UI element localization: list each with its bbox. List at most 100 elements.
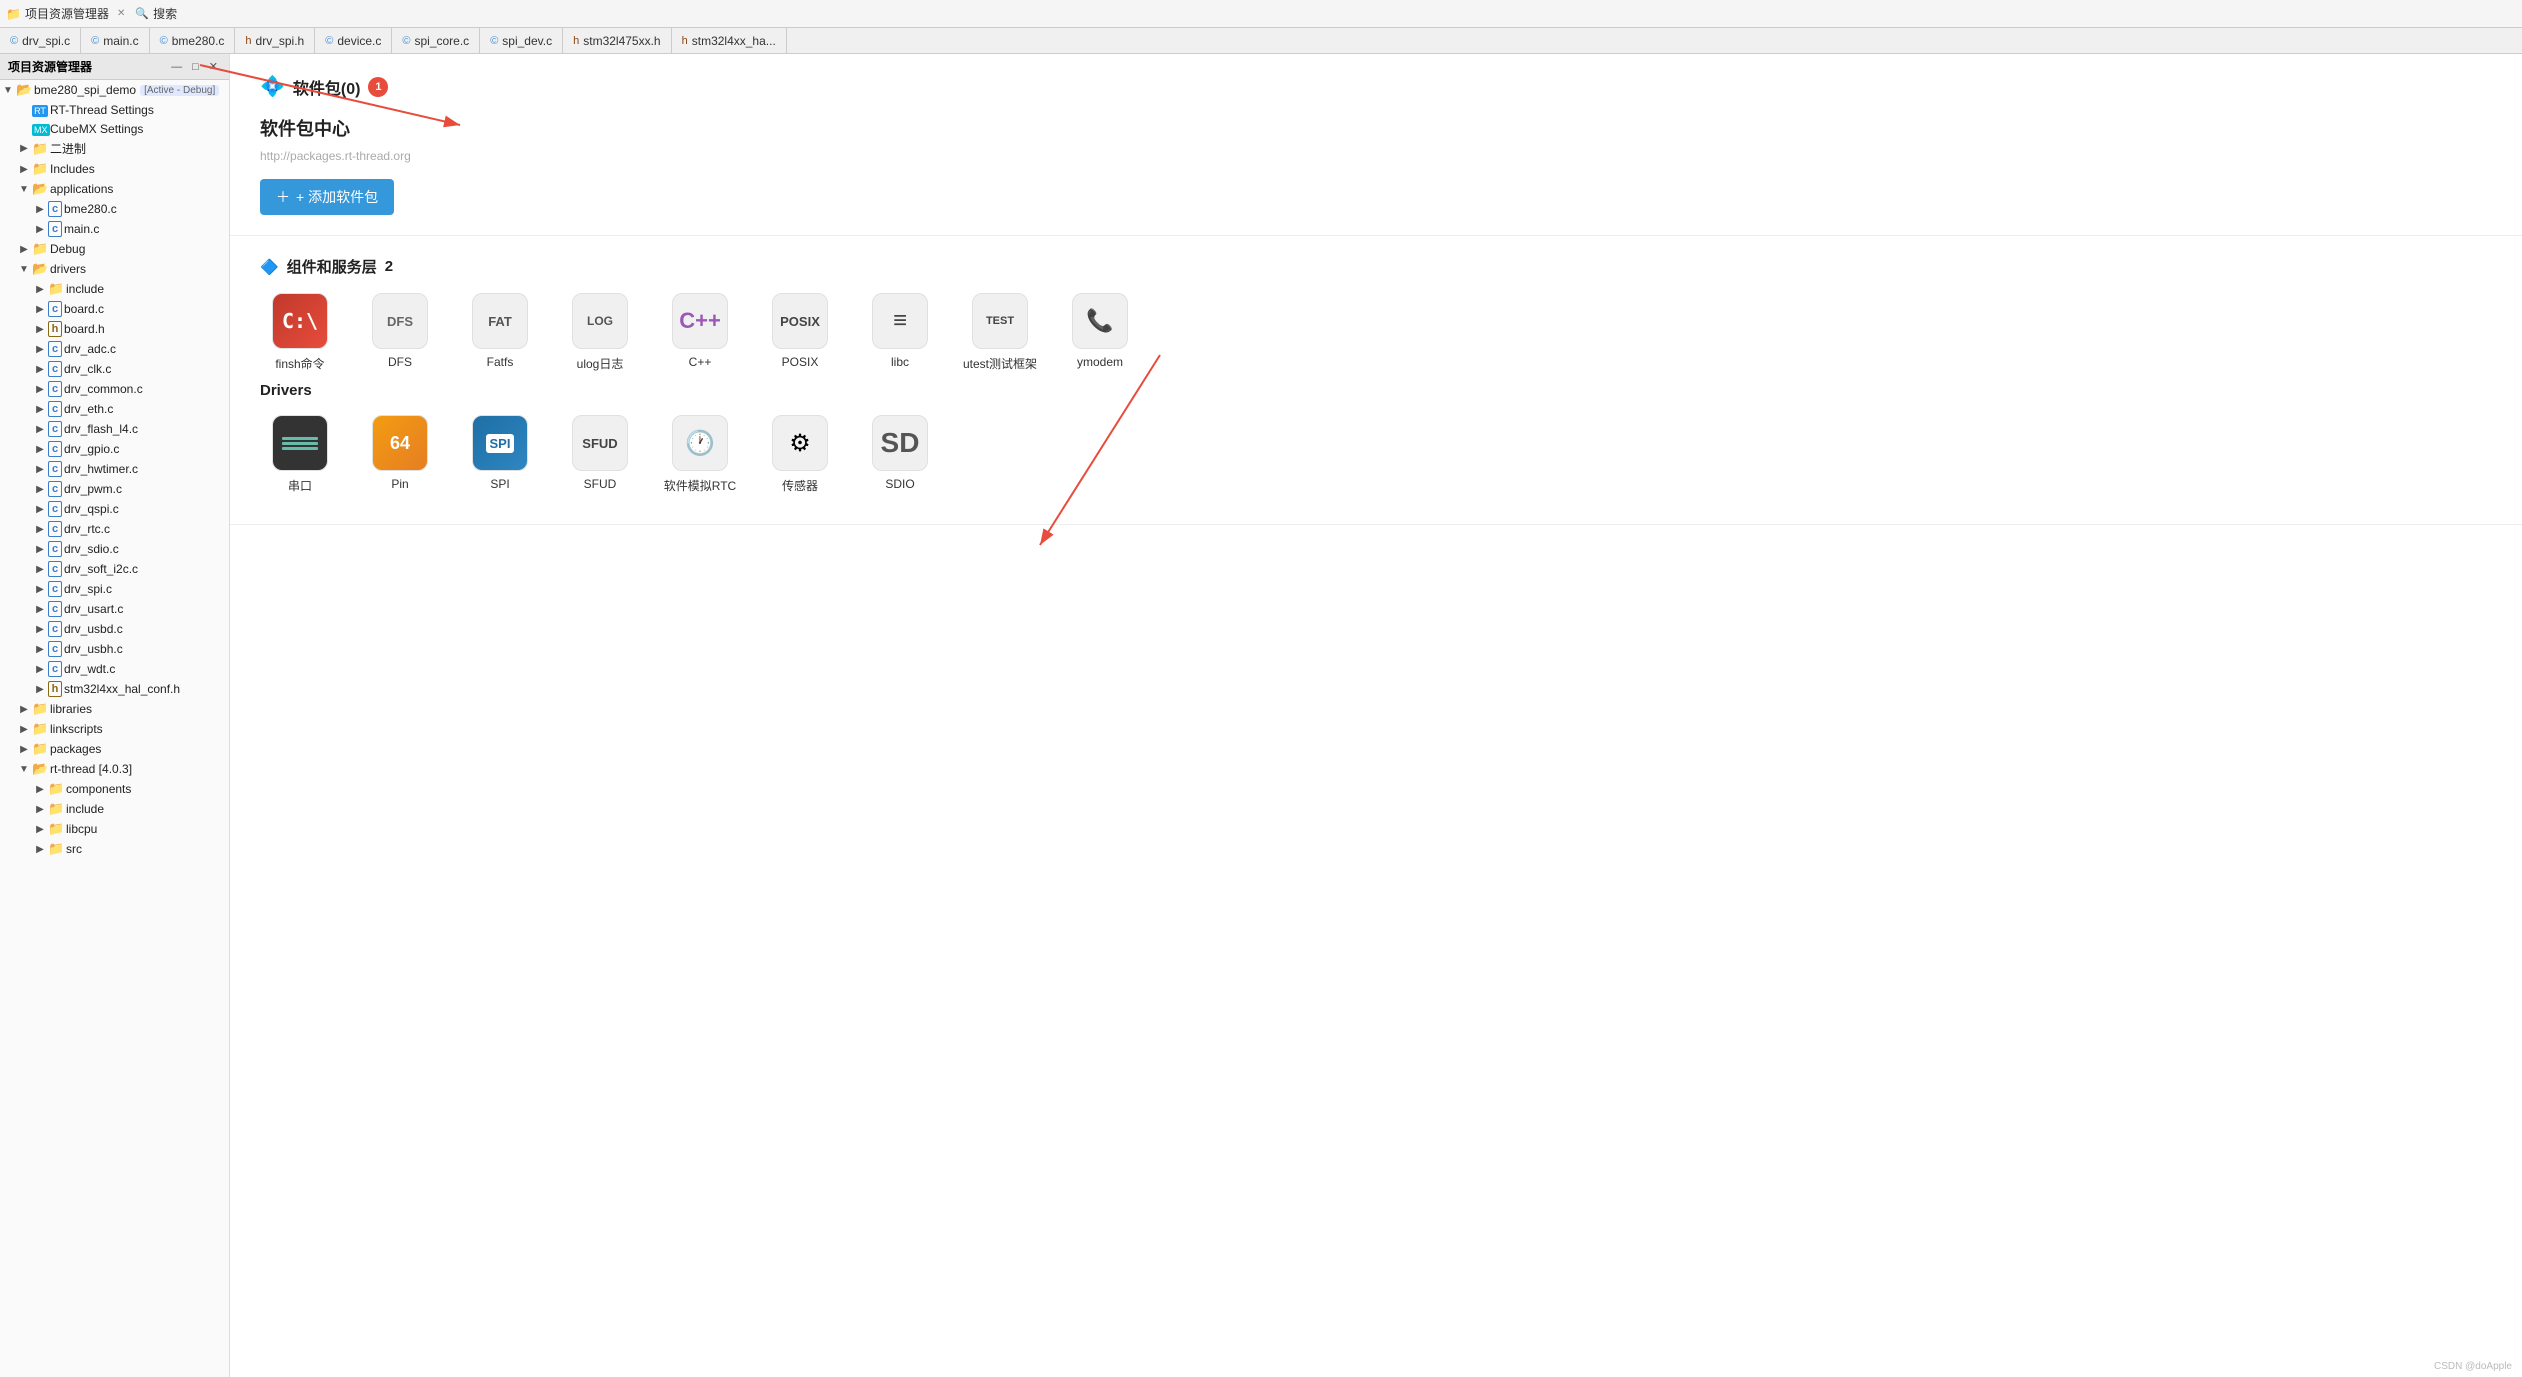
tree-label-31: libraries [50, 702, 92, 716]
grid-item-Fatfs[interactable]: FATFatfs [460, 293, 540, 372]
tab-stm32l475xx-h[interactable]: hstm32l475xx.h [563, 28, 672, 53]
tree-item-drv-wdt-c[interactable]: ▶cdrv_wdt.c [0, 659, 229, 679]
tree-item-drv-soft-i2c-c[interactable]: ▶cdrv_soft_i2c.c [0, 559, 229, 579]
tab-drv-spi-h[interactable]: hdrv_spi.h [235, 28, 315, 53]
tree-item-drv-adc-c[interactable]: ▶cdrv_adc.c [0, 339, 229, 359]
tree-item-drv-hwtimer-c[interactable]: ▶cdrv_hwtimer.c [0, 459, 229, 479]
tree-item-applications[interactable]: ▼📂applications [0, 179, 229, 199]
tree-item-drivers[interactable]: ▼📂drivers [0, 259, 229, 279]
tree-item-board-h[interactable]: ▶hboard.h [0, 319, 229, 339]
tree-item-drv-eth-c[interactable]: ▶cdrv_eth.c [0, 399, 229, 419]
search-label: 搜索 [153, 5, 177, 22]
tree-item-drv-pwm-c[interactable]: ▶cdrv_pwm.c [0, 479, 229, 499]
tree-icon-28: c [48, 641, 62, 657]
grid-item-Pin[interactable]: 64Pin [360, 415, 440, 494]
tree-item-components[interactable]: ▶📁components [0, 779, 229, 799]
components-icon: 🔷 [260, 258, 279, 276]
grid-item---[interactable]: 串口 [260, 415, 340, 494]
tree-icon-32: 📁 [32, 721, 48, 737]
grid-item-finsh--[interactable]: C:\finsh命令 [260, 293, 340, 372]
tree-icon-23: c [48, 541, 62, 557]
grid-item-utest----[interactable]: TESTutest测试框架 [960, 293, 1040, 372]
tree-icon-29: c [48, 661, 62, 677]
tab-drv-spi-c[interactable]: ©drv_spi.c [0, 28, 81, 53]
tab-icon-3: h [245, 35, 251, 47]
grid-item-POSIX[interactable]: POSIXPOSIX [760, 293, 840, 372]
close-icon[interactable]: ✕ [117, 8, 125, 19]
tree-icon-6: c [48, 201, 62, 217]
tree-arrow-12: ▶ [32, 324, 48, 335]
grid-item-label-6: libc [891, 355, 909, 369]
tree-item-include[interactable]: ▶📁include [0, 799, 229, 819]
tree-item-bme280-spi-demo[interactable]: ▼📂bme280_spi_demo[Active - Debug] [0, 80, 229, 100]
grid-item-label-3: ulog日志 [577, 355, 624, 372]
tree-arrow-23: ▶ [32, 544, 48, 555]
tree-label-11: board.c [64, 302, 104, 316]
tab-spi-dev-c[interactable]: ©spi_dev.c [480, 28, 563, 53]
tree-item-rt-thread--4-0-3-[interactable]: ▼📂rt-thread [4.0.3] [0, 759, 229, 779]
tree-arrow-35: ▶ [32, 784, 48, 795]
tree-arrow-18: ▶ [32, 444, 48, 455]
tree-item-drv-flash-l4-c[interactable]: ▶cdrv_flash_l4.c [0, 419, 229, 439]
tree-label-23: drv_sdio.c [64, 542, 119, 556]
tab-label-0: drv_spi.c [22, 34, 70, 48]
grid-item-SPI[interactable]: SPISPI [460, 415, 540, 494]
tree-item-Includes[interactable]: ▶📁Includes [0, 159, 229, 179]
grid-item----[interactable]: ⚙传感器 [760, 415, 840, 494]
tree-item-drv-qspi-c[interactable]: ▶cdrv_qspi.c [0, 499, 229, 519]
grid-item-SFUD[interactable]: SFUDSFUD [560, 415, 640, 494]
tab-device-c[interactable]: ©device.c [315, 28, 392, 53]
tab-spi-core-c[interactable]: ©spi_core.c [392, 28, 480, 53]
tree-item-include[interactable]: ▶📁include [0, 279, 229, 299]
project-explorer-btn[interactable]: 📁 项目资源管理器 ✕ [6, 5, 125, 22]
minimize-btn[interactable]: — [168, 59, 185, 74]
tree-item-drv-usbh-c[interactable]: ▶cdrv_usbh.c [0, 639, 229, 659]
tree-item-src[interactable]: ▶📁src [0, 839, 229, 859]
tree-arrow-28: ▶ [32, 644, 48, 655]
tree-arrow-37: ▶ [32, 824, 48, 835]
tab-stm32l4xx-ha---[interactable]: hstm32l4xx_ha... [672, 28, 787, 53]
pkg-badge: 1 [368, 77, 388, 97]
tree-item-drv-gpio-c[interactable]: ▶cdrv_gpio.c [0, 439, 229, 459]
tree-arrow-32: ▶ [16, 724, 32, 735]
tree-item-drv-sdio-c[interactable]: ▶cdrv_sdio.c [0, 539, 229, 559]
tree-item-drv-usbd-c[interactable]: ▶cdrv_usbd.c [0, 619, 229, 639]
grid-item-ymodem[interactable]: 📞ymodem [1060, 293, 1140, 372]
tree-icon-11: c [48, 301, 62, 317]
tree-item-stm32l4xx-hal-conf-h[interactable]: ▶hstm32l4xx_hal_conf.h [0, 679, 229, 699]
tree-item-linkscripts[interactable]: ▶📁linkscripts [0, 719, 229, 739]
tree-arrow-5: ▼ [16, 184, 32, 195]
add-pkg-button[interactable]: ＋ + 添加软件包 [260, 179, 394, 215]
sidebar-close-btn[interactable]: ✕ [206, 59, 221, 74]
sidebar: 项目资源管理器 — □ ✕ ▼📂bme280_spi_demo[Active -… [0, 54, 230, 1377]
tree-item-main-c[interactable]: ▶cmain.c [0, 219, 229, 239]
tree-item-packages[interactable]: ▶📁packages [0, 739, 229, 759]
tree-label-9: drivers [50, 262, 86, 276]
search-btn[interactable]: 🔍 搜索 [135, 5, 177, 22]
tree-item-Debug[interactable]: ▶📁Debug [0, 239, 229, 259]
grid-item-libc[interactable]: ≡libc [860, 293, 940, 372]
grid-item-SDIO[interactable]: SDSDIO [860, 415, 940, 494]
grid-item-ulog--[interactable]: LOGulog日志 [560, 293, 640, 372]
tree-item-bme280-c[interactable]: ▶cbme280.c [0, 199, 229, 219]
maximize-btn[interactable]: □ [189, 59, 202, 74]
tab-main-c[interactable]: ©main.c [81, 28, 149, 53]
tree-item-drv-clk-c[interactable]: ▶cdrv_clk.c [0, 359, 229, 379]
tree-item-drv-spi-c[interactable]: ▶cdrv_spi.c [0, 579, 229, 599]
tree-item-drv-rtc-c[interactable]: ▶cdrv_rtc.c [0, 519, 229, 539]
tree-item-drv-usart-c[interactable]: ▶cdrv_usart.c [0, 599, 229, 619]
icon-box-0 [272, 415, 328, 471]
tree-item-drv-common-c[interactable]: ▶cdrv_common.c [0, 379, 229, 399]
grid-item-DFS[interactable]: DFSDFS [360, 293, 440, 372]
grid-item-C--[interactable]: C++C++ [660, 293, 740, 372]
tree-item-libraries[interactable]: ▶📁libraries [0, 699, 229, 719]
tree-item-CubeMX-Settings[interactable]: MXCubeMX Settings [0, 119, 229, 138]
tree-item-RT-Thread-Settings[interactable]: RTRT-Thread Settings [0, 100, 229, 119]
tab-label-4: device.c [337, 34, 381, 48]
tree-item-libcpu[interactable]: ▶📁libcpu [0, 819, 229, 839]
tab-bme280-c[interactable]: ©bme280.c [150, 28, 236, 53]
components-section: 🔷 组件和服务层 2 C:\finsh命令DFSDFSFATFatfsLOGul… [230, 236, 2522, 525]
tree-item-board-c[interactable]: ▶cboard.c [0, 299, 229, 319]
grid-item-----RTC[interactable]: 🕐软件模拟RTC [660, 415, 740, 494]
tree-item----[interactable]: ▶📁二进制 [0, 138, 229, 159]
